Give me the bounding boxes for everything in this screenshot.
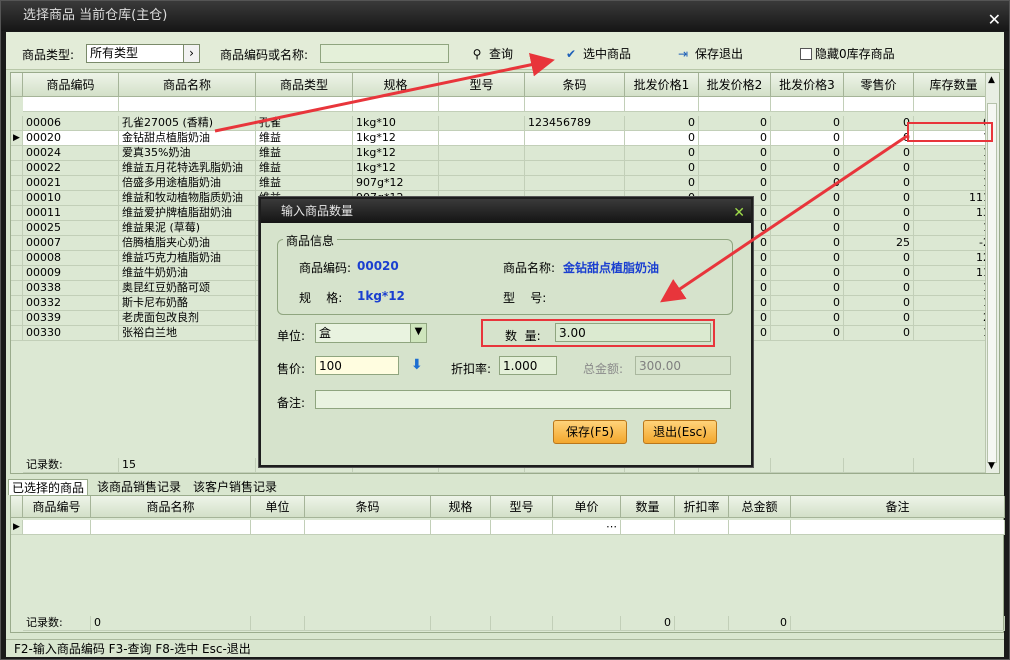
- arrow-to-quantity: [660, 134, 908, 303]
- window: 选择商品 当前仓库(主仓) ✕ 商品类型: 所有类型 › 商品编码或名称: ⚲ 查…: [0, 0, 1010, 660]
- annotation-arrows: [214, 52, 908, 303]
- arrow-to-select-button: [214, 52, 555, 133]
